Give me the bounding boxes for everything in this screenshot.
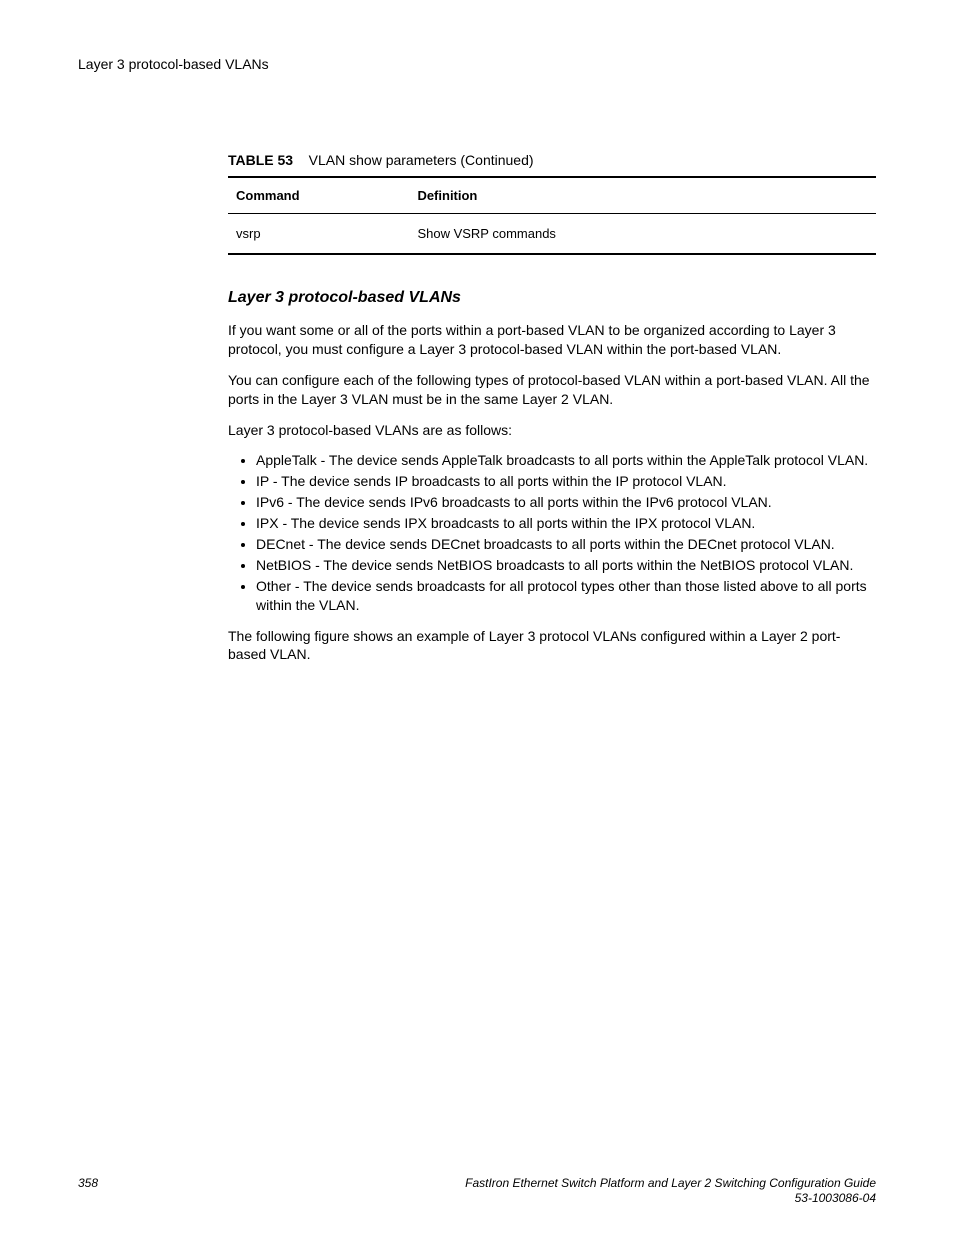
list-item: IP - The device sends IP broadcasts to a… — [256, 472, 876, 491]
list-item: NetBIOS - The device sends NetBIOS broad… — [256, 556, 876, 575]
table-cell-command: vsrp — [228, 214, 409, 255]
list-item: IPv6 - The device sends IPv6 broadcasts … — [256, 493, 876, 512]
running-header: Layer 3 protocol-based VLANs — [78, 56, 876, 72]
table-header-definition: Definition — [409, 177, 876, 214]
table-label: TABLE 53 — [228, 152, 293, 168]
list-item: DECnet - The device sends DECnet broadca… — [256, 535, 876, 554]
vlan-show-parameters-table: Command Definition vsrp Show VSRP comman… — [228, 176, 876, 255]
bullet-list: AppleTalk - The device sends AppleTalk b… — [228, 451, 876, 614]
page-number: 358 — [78, 1176, 98, 1190]
list-item: AppleTalk - The device sends AppleTalk b… — [256, 451, 876, 470]
table-cell-definition: Show VSRP commands — [409, 214, 876, 255]
list-item: IPX - The device sends IPX broadcasts to… — [256, 514, 876, 533]
table-header-command: Command — [228, 177, 409, 214]
section-heading: Layer 3 protocol-based VLANs — [228, 289, 876, 307]
table-title: VLAN show parameters (Continued) — [309, 152, 534, 168]
paragraph: Layer 3 protocol-based VLANs are as foll… — [228, 421, 876, 440]
page-footer: 358 FastIron Ethernet Switch Platform an… — [78, 1176, 876, 1207]
paragraph: The following figure shows an example of… — [228, 627, 876, 665]
table-row: vsrp Show VSRP commands — [228, 214, 876, 255]
paragraph: If you want some or all of the ports wit… — [228, 321, 876, 359]
paragraph: You can configure each of the following … — [228, 371, 876, 409]
footer-doc-title: FastIron Ethernet Switch Platform and La… — [465, 1176, 876, 1192]
table-caption: TABLE 53 VLAN show parameters (Continued… — [228, 152, 876, 168]
list-item: Other - The device sends broadcasts for … — [256, 577, 876, 615]
footer-doc-number: 53-1003086-04 — [465, 1191, 876, 1207]
